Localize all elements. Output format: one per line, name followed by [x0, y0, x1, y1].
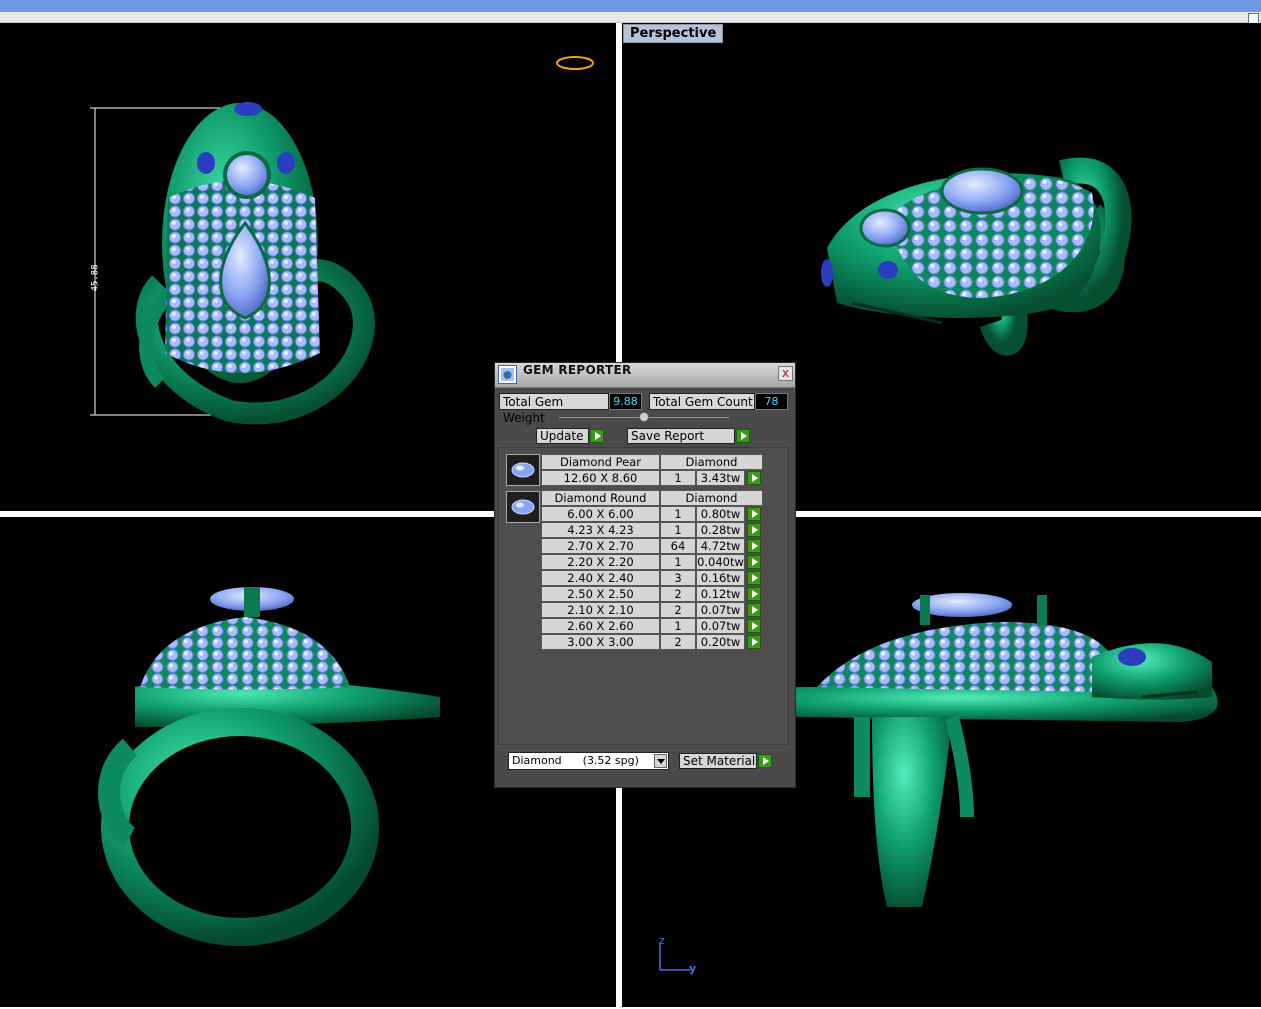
select-gem-play-icon[interactable]	[747, 523, 761, 537]
close-icon[interactable]: x	[778, 366, 793, 381]
gem-size-cell: 12.60 X 8.60	[541, 470, 660, 486]
group-material-header: Diamond	[660, 490, 763, 506]
gem-weight-cell: 0.28tw	[696, 522, 745, 538]
gem-size-cell: 2.60 X 2.60	[541, 618, 660, 634]
total-gem-weight-value: 9.88	[609, 393, 642, 410]
gem-count-cell: 1	[660, 522, 696, 538]
total-gem-weight-label: Total Gem Weight	[499, 393, 609, 425]
group-material-header: Diamond	[660, 454, 763, 470]
set-material-play-icon[interactable]	[758, 754, 772, 768]
gem-size-cell: 2.20 X 2.20	[541, 554, 660, 570]
gem-weight-cell: 0.20tw	[696, 634, 745, 650]
gem-weight-cell: 3.43tw	[696, 470, 745, 486]
pear-gem-thumbnail[interactable]	[506, 454, 540, 486]
panel-collapse-knob[interactable]	[639, 412, 649, 422]
gem-count-cell: 2	[660, 634, 696, 650]
gem-weight-cell: 0.07tw	[696, 602, 745, 618]
gem-count-cell: 2	[660, 602, 696, 618]
gem-list[interactable]: Diamond Pear Diamond 12.60 X 8.60 1 3.43…	[498, 447, 789, 745]
select-gem-play-icon[interactable]	[747, 539, 761, 553]
material-select[interactable]: Diamond (3.52 spg)	[508, 752, 669, 770]
select-gem-play-icon[interactable]	[747, 571, 761, 585]
gem-size-cell: 4.23 X 4.23	[541, 522, 660, 538]
toolbar-strip	[0, 12, 1261, 24]
update-play-icon[interactable]	[590, 429, 604, 443]
select-gem-play-icon[interactable]	[747, 587, 761, 601]
gem-count-cell: 3	[660, 570, 696, 586]
round-gem-thumbnail[interactable]	[506, 491, 540, 523]
view-cube-icon[interactable]	[556, 56, 594, 70]
gem-weight-cell: 0.80tw	[696, 506, 745, 522]
select-gem-play-icon[interactable]	[747, 603, 761, 617]
viewport-label-perspective[interactable]: Perspective	[623, 24, 724, 43]
select-gem-play-icon[interactable]	[747, 555, 761, 569]
gem-size-cell: 6.00 X 6.00	[541, 506, 660, 522]
total-gem-count-label: Total Gem Count	[649, 393, 755, 410]
material-select-value: Diamond (3.52 spg)	[512, 754, 639, 767]
gem-weight-cell: 0.16tw	[696, 570, 745, 586]
gem-reporter-panel: GEM REPORTER x Total Gem Weight 9.88 Tot…	[494, 362, 796, 788]
gem-weight-cell: 0.040tw	[696, 554, 745, 570]
select-gem-play-icon[interactable]	[747, 471, 761, 485]
gem-count-cell: 1	[660, 618, 696, 634]
gem-reporter-icon	[498, 365, 517, 384]
gem-size-cell: 2.40 X 2.40	[541, 570, 660, 586]
update-button[interactable]: Update	[536, 428, 589, 444]
gem-size-cell: 2.70 X 2.70	[541, 538, 660, 554]
select-gem-play-icon[interactable]	[747, 635, 761, 649]
gem-size-cell: 3.00 X 3.00	[541, 634, 660, 650]
gem-weight-cell: 0.12tw	[696, 586, 745, 602]
title-bar	[0, 0, 1261, 12]
gem-count-cell: 64	[660, 538, 696, 554]
select-gem-play-icon[interactable]	[747, 619, 761, 633]
group-shape-header: Diamond Round	[541, 490, 660, 506]
save-report-button[interactable]: Save Report	[627, 428, 735, 444]
set-material-button[interactable]: Set Material	[679, 753, 757, 769]
gem-reporter-title: GEM REPORTER	[523, 363, 632, 377]
select-gem-play-icon[interactable]	[747, 507, 761, 521]
gem-reporter-titlebar[interactable]: GEM REPORTER x	[495, 363, 795, 388]
group-shape-header: Diamond Pear	[541, 454, 660, 470]
dimension-label: 45.88	[90, 264, 101, 292]
gem-count-cell: 1	[660, 506, 696, 522]
gem-weight-cell: 0.07tw	[696, 618, 745, 634]
gem-weight-cell: 4.72tw	[696, 538, 745, 554]
gem-size-cell: 2.10 X 2.10	[541, 602, 660, 618]
gem-count-cell: 1	[660, 554, 696, 570]
gem-count-cell: 2	[660, 586, 696, 602]
total-gem-count-value: 78	[755, 393, 788, 410]
chevron-down-icon[interactable]	[654, 754, 667, 768]
axis-gizmo-icon	[659, 942, 690, 971]
gem-size-cell: 2.50 X 2.50	[541, 586, 660, 602]
gem-count-cell: 1	[660, 470, 696, 486]
save-report-play-icon[interactable]	[736, 429, 750, 443]
